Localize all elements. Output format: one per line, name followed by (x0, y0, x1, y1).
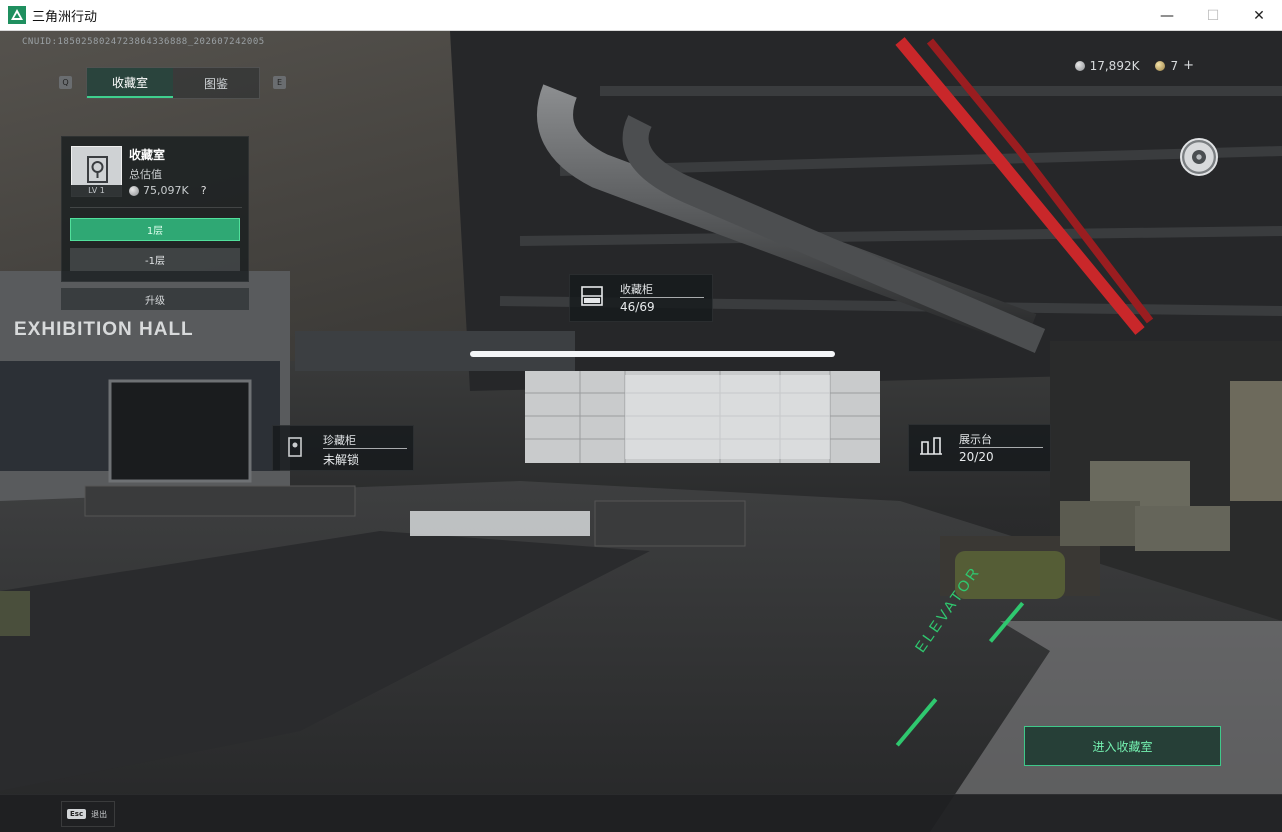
room-value: 75,097K ? (129, 184, 207, 197)
maximize-button[interactable]: ☐ (1190, 0, 1236, 31)
tag-underline (620, 297, 704, 298)
gold-currency-icon (1155, 60, 1166, 71)
silver-coin-icon (129, 185, 139, 196)
cabinet-icon (579, 284, 605, 308)
divider (70, 207, 242, 208)
music-disc-icon[interactable] (1180, 138, 1218, 176)
display-stand-icon (918, 434, 944, 458)
cabinet-tag[interactable]: 收藏柜 46/69 (569, 274, 713, 322)
tag-underline (959, 447, 1043, 448)
tab-codex[interactable]: 图鉴 (173, 68, 259, 98)
room-info-card: LV 1 收藏室 总估值 75,097K ? 1层 -1层 (61, 136, 249, 282)
tab-next-key[interactable]: E (273, 76, 286, 89)
app-logo-icon (8, 6, 26, 24)
cabinet-count: 46/69 (620, 300, 655, 314)
display-count: 20/20 (959, 450, 994, 464)
exit-label: 退出 (91, 809, 108, 819)
tab-prev-key[interactable]: Q (59, 76, 72, 89)
treasure-status: 未解锁 (323, 453, 360, 467)
room-name: 收藏室 (129, 148, 166, 162)
bottom-bar: Esc 退出 (0, 794, 1282, 832)
currency-bar: 17,892K 7 + (1074, 58, 1194, 73)
cabinet-title: 收藏柜 (620, 283, 653, 296)
tab-bar: 收藏室 图鉴 (86, 67, 260, 99)
floor-minus-1-button[interactable]: -1层 (70, 248, 240, 271)
display-title: 展示台 (959, 433, 992, 446)
floor-1-button[interactable]: 1层 (70, 218, 240, 241)
user-id-text: CNUID:1850258024723864336888_20260724200… (22, 37, 265, 47)
room-value-label: 总估值 (129, 168, 162, 181)
hall-sign: EXHIBITION HALL (14, 319, 194, 340)
close-button[interactable]: ✕ (1236, 0, 1282, 31)
help-icon[interactable]: ? (201, 184, 207, 197)
minimize-button[interactable]: — (1144, 0, 1190, 31)
room-value-amount: 75,097K (143, 184, 189, 197)
treasure-cabinet-tag[interactable]: 珍藏柜 未解锁 (272, 425, 414, 471)
room-level-badge: LV 1 (71, 185, 122, 197)
locked-treasure-icon (282, 435, 308, 459)
display-stand-tag[interactable]: 展示台 20/20 (908, 424, 1051, 472)
window-title: 三角洲行动 (32, 9, 98, 25)
window-titlebar: 三角洲行动 — ☐ ✕ (0, 0, 1282, 31)
enter-collection-room-button[interactable]: 进入收藏室 (1024, 726, 1221, 766)
silver-amount: 17,892K (1089, 58, 1140, 73)
tag-underline (323, 448, 407, 449)
game-scene: EXHIBITION HALL ELEVATOR CNUID:185025802… (0, 31, 1282, 832)
treasure-title: 珍藏柜 (323, 434, 356, 447)
gold-amount: 7 (1170, 58, 1179, 73)
tab-collection-room[interactable]: 收藏室 (87, 68, 173, 98)
upgrade-button[interactable]: 升级 (61, 288, 249, 310)
esc-key-label: Esc (67, 809, 87, 819)
silver-currency-icon (1074, 60, 1085, 71)
add-currency-button[interactable]: + (1183, 58, 1194, 73)
exit-button[interactable]: Esc 退出 (61, 801, 115, 827)
